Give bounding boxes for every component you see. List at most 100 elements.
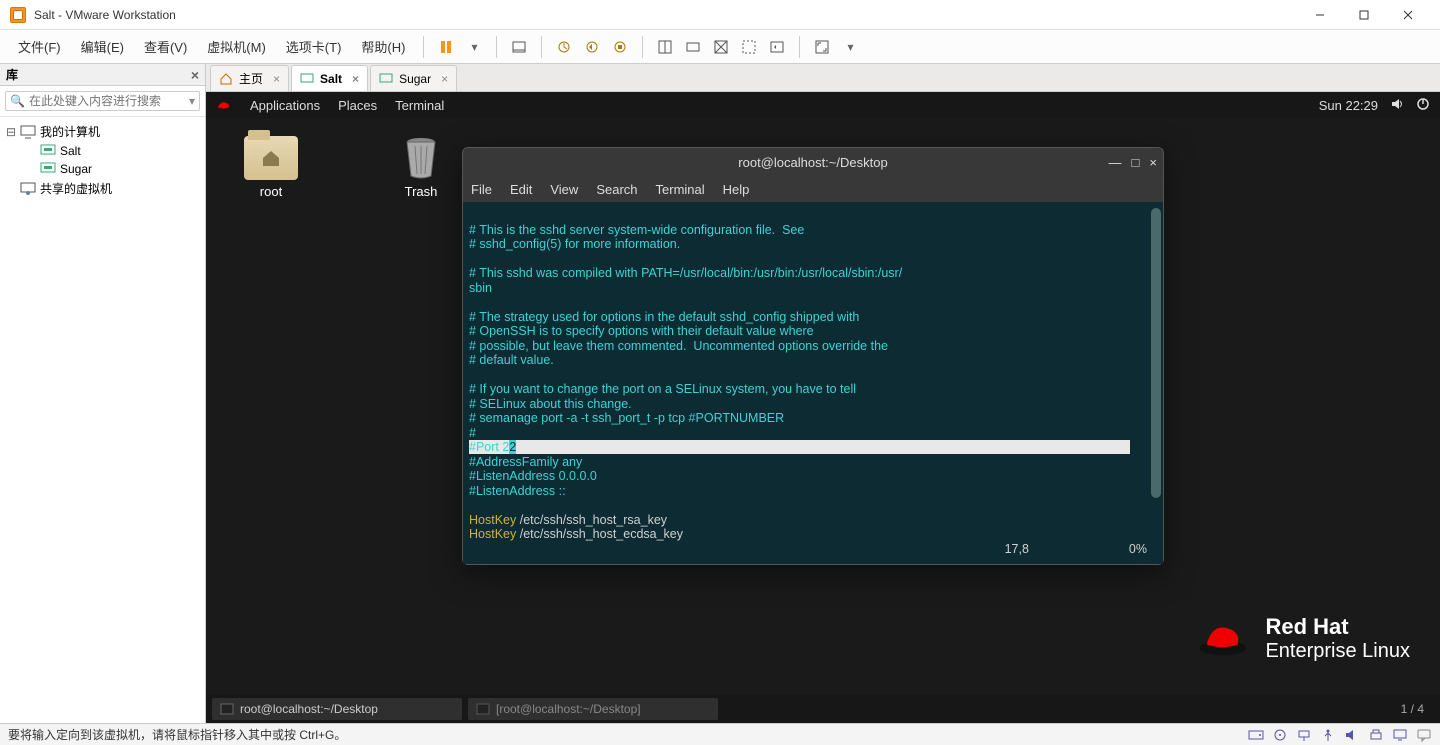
task-label: [root@localhost:~/Desktop] [496,702,641,716]
terminal-title: root@localhost:~/Desktop [463,155,1163,170]
maximize-button[interactable] [1342,0,1386,30]
tab-label: Sugar [399,72,431,86]
menu-places[interactable]: Places [338,98,377,113]
power-dropdown-icon[interactable]: ▾ [462,35,486,59]
maximize-icon[interactable]: □ [1132,155,1140,170]
tab-strip: 主页 × Salt × Sugar × [206,64,1440,92]
trash-icon [401,136,441,180]
toolbar-divider [799,36,800,58]
term-menu-file[interactable]: File [471,182,492,197]
tree-label: 共享的虚拟机 [40,180,112,197]
tree-vm-salt[interactable]: Salt [0,142,205,160]
vm-running-icon [40,144,56,158]
usb-icon[interactable] [1320,728,1336,742]
tree-vm-sugar[interactable]: Sugar [0,160,205,178]
unity-icon[interactable] [709,35,733,59]
scrollbar[interactable] [1151,208,1161,498]
tab-salt[interactable]: Salt × [291,65,368,91]
terminal-window[interactable]: root@localhost:~/Desktop — □ × File Edit… [462,147,1164,565]
vm-icon [300,72,314,86]
close-icon[interactable]: × [273,72,280,86]
tree-label: Sugar [60,162,92,176]
close-button[interactable] [1386,0,1430,30]
guest-desktop[interactable]: Applications Places Terminal Sun 22:29 r… [206,92,1440,723]
tab-label: Salt [320,72,342,86]
message-icon[interactable] [1416,728,1432,742]
network-icon[interactable] [1296,728,1312,742]
console-view-icon[interactable] [737,35,761,59]
terminal-body[interactable]: # This is the sshd server system-wide co… [463,202,1163,564]
toolbar-divider [423,36,424,58]
cdrom-icon[interactable] [1272,728,1288,742]
snapshot-icon[interactable] [552,35,576,59]
window-title: Salt - VMware Workstation [34,8,176,22]
search-icon: 🔍 [10,94,25,108]
menu-vm[interactable]: 虚拟机(M) [199,33,274,60]
fullscreen-icon[interactable] [810,35,834,59]
search-input[interactable] [29,94,189,108]
volume-icon[interactable] [1390,97,1404,114]
display-icon[interactable] [1392,728,1408,742]
quick-switch-icon[interactable] [765,35,789,59]
hdd-icon[interactable] [1248,728,1264,742]
menu-help[interactable]: 帮助(H) [353,33,413,60]
desktop-icon-trash[interactable]: Trash [386,136,456,199]
vm-icon [379,72,393,86]
terminal-icon [220,703,234,715]
terminal-titlebar[interactable]: root@localhost:~/Desktop — □ × [463,148,1163,176]
vmware-icon [10,7,26,23]
desktop-icon-root[interactable]: root [236,136,306,199]
library-tree: ⊟ 我的计算机 Salt Sugar 共享的虚拟机 [0,117,205,203]
menu-tabs[interactable]: 选项卡(T) [278,33,350,60]
send-ctrl-alt-del-icon[interactable] [507,35,531,59]
menu-applications[interactable]: Applications [250,98,320,113]
tab-sugar[interactable]: Sugar × [370,65,457,91]
close-icon[interactable]: × [352,72,359,86]
vm-running-icon [40,162,56,176]
term-menu-help[interactable]: Help [723,182,750,197]
pause-icon[interactable] [434,35,458,59]
term-menu-search[interactable]: Search [596,182,637,197]
tab-home[interactable]: 主页 × [210,65,289,91]
tree-shared[interactable]: 共享的虚拟机 [0,178,205,199]
menubar: 文件(F) 编辑(E) 查看(V) 虚拟机(M) 选项卡(T) 帮助(H) ▾ … [0,30,1440,64]
tree-label: 我的计算机 [40,123,100,140]
collapse-icon[interactable]: ⊟ [6,125,16,139]
snapshot-revert-icon[interactable] [580,35,604,59]
fullscreen-dropdown-icon[interactable]: ▾ [838,35,862,59]
terminal-menubar: File Edit View Search Terminal Help [463,176,1163,202]
menu-edit[interactable]: 编辑(E) [73,33,132,60]
power-icon[interactable] [1416,97,1430,114]
fit-guest-icon[interactable] [653,35,677,59]
minimize-button[interactable] [1298,0,1342,30]
clock[interactable]: Sun 22:29 [1319,98,1378,113]
snapshot-manager-icon[interactable] [608,35,632,59]
icon-label: Trash [405,184,438,199]
taskbar-item-terminal[interactable]: root@localhost:~/Desktop [212,698,462,720]
minimize-icon[interactable]: — [1109,155,1122,170]
close-icon[interactable]: × [191,67,199,83]
menu-file[interactable]: 文件(F) [10,33,69,60]
desktop-icons: root Trash [206,118,486,217]
chevron-down-icon[interactable]: ▾ [189,94,195,108]
icon-label: root [260,184,282,199]
term-menu-edit[interactable]: Edit [510,182,532,197]
tree-root[interactable]: ⊟ 我的计算机 [0,121,205,142]
printer-icon[interactable] [1368,728,1384,742]
logo-brand: Red Hat [1265,614,1348,639]
statusbar-devices [1248,728,1432,742]
close-icon[interactable]: × [1149,155,1157,170]
logo-sub: Enterprise Linux [1265,640,1410,663]
workspace-indicator[interactable]: 1 / 4 [1391,702,1434,716]
single-window-icon[interactable] [681,35,705,59]
task-label: root@localhost:~/Desktop [240,702,378,716]
sound-icon[interactable] [1344,728,1360,742]
search-box[interactable]: 🔍 ▾ [5,91,200,111]
statusbar: 要将输入定向到该虚拟机，请将鼠标指针移入其中或按 Ctrl+G。 [0,723,1440,745]
menu-terminal[interactable]: Terminal [395,98,444,113]
close-icon[interactable]: × [441,72,448,86]
menu-view[interactable]: 查看(V) [136,33,195,60]
taskbar-item-terminal-2[interactable]: [root@localhost:~/Desktop] [468,698,718,720]
term-menu-terminal[interactable]: Terminal [656,182,705,197]
term-menu-view[interactable]: View [550,182,578,197]
